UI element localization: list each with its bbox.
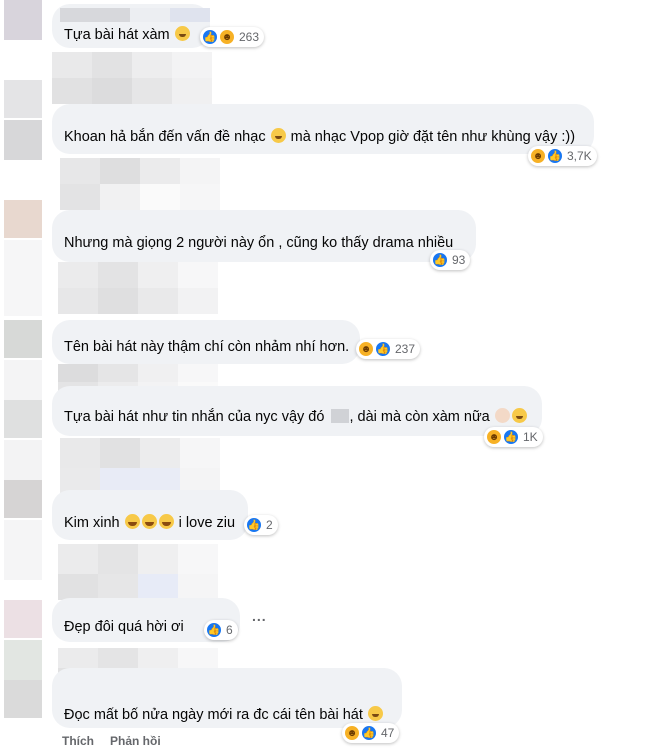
comment-text: Đọc mất bố nửa ngày mới ra đc cái tên bà…: [64, 707, 367, 723]
avatar[interactable]: [4, 0, 42, 40]
comment-text: Tựa bài hát xàm: [64, 27, 174, 43]
comment-bubble: Tựa bài hát xàm: [52, 4, 210, 48]
reaction-count: 93: [452, 253, 466, 267]
like-icon: 👍: [432, 252, 448, 268]
reaction-summary[interactable]: 👍 6: [204, 620, 238, 640]
grin-emoji-icon: [174, 26, 190, 41]
reply-button[interactable]: Phản hồi: [110, 734, 161, 748]
comment-bubble: Kim xinh i love ziu: [52, 490, 248, 540]
blurred-author-name: [58, 262, 218, 314]
like-icon: 👍: [361, 725, 377, 741]
haha-icon: ☻: [486, 429, 502, 445]
comment-text: Kim xinh: [64, 515, 124, 531]
reaction-summary[interactable]: 👍 2: [244, 515, 278, 535]
avatar-blur: [4, 520, 42, 580]
crying-emoji-icon: [124, 514, 140, 529]
avatar[interactable]: [4, 680, 42, 718]
comment-text-cont: mà nhạc Vpop giờ đặt tên như khùng vậy :…: [286, 129, 576, 145]
grin-emoji-icon: [367, 706, 383, 721]
comment-bubble: Khoan hả bắn đến vấn đề nhạc mà nhạc Vpo…: [52, 104, 594, 154]
reaction-summary[interactable]: ☻ 👍 3,7K: [528, 146, 597, 166]
reaction-summary[interactable]: ☻ 👍 1K: [484, 427, 543, 447]
avatar[interactable]: [4, 400, 42, 438]
reaction-count: 2: [266, 518, 273, 532]
comment-text-cont: i love ziu: [174, 515, 236, 531]
avatar[interactable]: [4, 480, 42, 518]
blurred-author-name: [60, 8, 210, 22]
comment-text: Đẹp đôi quá hời ơi: [64, 619, 184, 635]
like-icon: 👍: [375, 341, 391, 357]
like-icon: 👍: [202, 29, 218, 45]
comment-bubble: Tựa bài hát như tin nhắn của nyc vậy đó …: [52, 386, 542, 436]
haha-icon: ☻: [530, 148, 546, 164]
avatar[interactable]: [4, 320, 42, 358]
reaction-summary[interactable]: 👍 ☻ 263: [200, 27, 265, 47]
comment-text: Khoan hả bắn đến vấn đề nhạc: [64, 129, 270, 145]
avatar-blur: [4, 120, 42, 160]
reaction-count: 6: [226, 623, 233, 637]
avatar-blur: [4, 640, 42, 680]
avatar-blur: [4, 440, 42, 480]
reaction-count: 1K: [523, 430, 538, 444]
like-button[interactable]: Thích: [62, 734, 94, 748]
haha-icon: ☻: [344, 725, 360, 741]
comment-thread: Tựa bài hát xàm 👍 ☻ 263 Khoan hả bắn đến…: [0, 0, 671, 751]
blurred-author-name: [60, 158, 220, 210]
comment-text: Tên bài hát này thậm chí còn nhảm nhí hơ…: [64, 339, 350, 355]
reaction-summary[interactable]: ☻ 👍 237: [356, 339, 421, 359]
like-icon: 👍: [246, 517, 262, 533]
smile-emoji-icon: [270, 128, 286, 143]
avatar[interactable]: [4, 200, 42, 238]
reaction-count: 237: [395, 342, 416, 356]
avatar-blur: [4, 240, 42, 316]
reaction-summary[interactable]: 👍 93: [430, 250, 471, 270]
blurred-emoji: [331, 409, 350, 423]
sweat-smile-emoji-icon: [511, 408, 527, 423]
avatar[interactable]: [4, 80, 42, 118]
crying-emoji-icon: [158, 514, 174, 529]
comment-bubble: Tên bài hát này thậm chí còn nhảm nhí hơ…: [52, 320, 360, 364]
haha-icon: ☻: [219, 29, 235, 45]
comment-bubble: Nhưng mà giọng 2 người này ổn , cũng ko …: [52, 210, 476, 262]
avatar[interactable]: [4, 600, 42, 638]
like-icon: 👍: [206, 622, 222, 638]
blurred-author-name: [52, 52, 212, 104]
pray-emoji-icon: [494, 408, 510, 423]
like-icon: 👍: [547, 148, 563, 164]
reaction-count: 263: [239, 30, 260, 44]
avatar-blur: [4, 360, 42, 400]
comment-bubble: Đọc mất bố nửa ngày mới ra đc cái tên bà…: [52, 668, 402, 728]
haha-icon: ☻: [358, 341, 374, 357]
like-icon: 👍: [503, 429, 519, 445]
more-options-icon[interactable]: ...: [252, 608, 267, 624]
comment-text: Tựa bài hát như tin nhắn của nyc vậy đó: [64, 409, 329, 425]
reaction-count: 47: [381, 726, 395, 740]
blurred-author-name: [60, 438, 220, 494]
crying-emoji-icon: [141, 514, 157, 529]
reaction-summary[interactable]: ☻ 👍 47: [342, 723, 400, 743]
comment-actions: Thích Phản hồi: [62, 734, 161, 748]
blurred-author-name: [58, 544, 218, 600]
comment-text-cont: , dài mà còn xàm nữa: [349, 409, 494, 425]
comment-text: Nhưng mà giọng 2 người này ổn , cũng ko …: [64, 235, 454, 251]
reaction-count: 3,7K: [567, 149, 592, 163]
